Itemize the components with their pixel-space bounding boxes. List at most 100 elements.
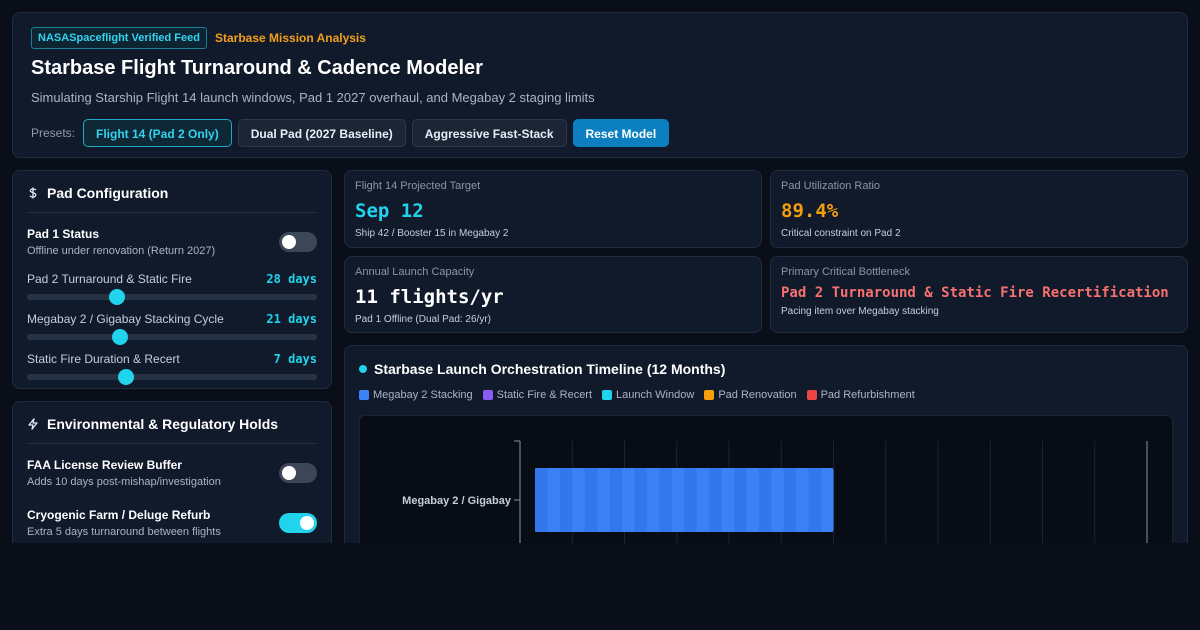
critical-bottleneck-card: Primary Critical Bottleneck Pad 2 Turnar…: [770, 256, 1188, 333]
critical-bottleneck-sub: Pacing item over Megabay stacking: [781, 306, 939, 317]
toggle-knob: [282, 235, 296, 249]
timeline-title-text: Starbase Launch Orchestration Timeline (…: [374, 361, 726, 377]
legend-item: Static Fire & Recert: [482, 389, 593, 401]
flight14-target-card: Flight 14 Projected Target Sep 12 Ship 4…: [344, 170, 762, 248]
stacking-cycle-slider-thumb[interactable]: [111, 329, 128, 345]
legend-item: Pad Renovation: [704, 389, 797, 401]
launch-capacity-value: 11 flights/yr: [355, 286, 504, 308]
static-fire-slider-row: Static Fire Duration & Recert 7 days: [27, 352, 317, 385]
presets-label: Presets:: [31, 126, 76, 140]
legend-item: Megabay 2 Stacking: [359, 389, 473, 401]
faa-buffer-toggle[interactable]: [279, 463, 317, 483]
legend-swatch: [704, 390, 715, 400]
page-title: Starbase Flight Turnaround & Cadence Mod…: [31, 57, 483, 79]
cryo-refurb-toggle[interactable]: [279, 513, 317, 533]
legend-label: Static Fire & Recert: [496, 389, 593, 401]
header-panel: NASASpaceflight Verified Feed Starbase M…: [12, 12, 1188, 158]
faa-buffer-desc: Adds 10 days post-mishap/investigation: [27, 476, 221, 488]
environmental-holds-panel: Environmental & Regulatory Holds FAA Lic…: [12, 401, 332, 543]
pad1-status-desc: Offline under renovation (Return 2027): [27, 245, 216, 257]
static-fire-value: 7 days: [273, 352, 317, 366]
pad2-turnaround-value: 28 days: [266, 272, 317, 286]
preset-dual-pad-button[interactable]: Dual Pad (2027 Baseline): [237, 119, 406, 147]
toggle-knob: [282, 466, 296, 480]
pad2-turnaround-slider[interactable]: [27, 289, 317, 305]
stacking-segment: [758, 468, 772, 532]
pad-utilization-title: Pad Utilization Ratio: [781, 180, 881, 192]
preset-fast-stack-button[interactable]: Aggressive Fast-Stack: [411, 119, 567, 147]
legend-swatch: [806, 390, 817, 400]
pad2-turnaround-slider-row: Pad 2 Turnaround & Static Fire 28 days: [27, 272, 317, 305]
timeline-chart-svg: Megabay 2 / Gigabay: [402, 440, 1148, 543]
timeline-title: Starbase Launch Orchestration Timeline (…: [359, 361, 1173, 377]
flight14-target-value: Sep 12: [355, 200, 424, 222]
pad2-turnaround-label: Pad 2 Turnaround & Static Fire: [27, 272, 192, 286]
legend-item: Pad Refurbishment: [806, 389, 915, 401]
pad-utilization-card: Pad Utilization Ratio 89.4% Critical con…: [770, 170, 1188, 248]
stacking-cycle-label: Megabay 2 / Gigabay Stacking Cycle: [27, 312, 224, 326]
stacking-segment: [659, 468, 672, 532]
legend-label: Pad Renovation: [718, 389, 797, 401]
stacking-segment: [684, 468, 697, 532]
faa-buffer-row: FAA License Review Buffer Adds 10 days p…: [27, 458, 317, 488]
static-fire-slider-thumb[interactable]: [117, 369, 134, 385]
status-dot: [359, 365, 367, 373]
row-label: Megabay 2 / Gigabay: [402, 495, 512, 507]
static-fire-label: Static Fire Duration & Recert: [27, 352, 180, 366]
preset-flight14-button[interactable]: Flight 14 (Pad 2 Only): [83, 119, 232, 147]
reset-model-button[interactable]: Reset Model: [572, 119, 670, 147]
stacking-cycle-slider-row: Megabay 2 / Gigabay Stacking Cycle 21 da…: [27, 312, 317, 345]
pad1-status-toggle[interactable]: [279, 232, 317, 252]
static-fire-slider[interactable]: [27, 369, 317, 385]
timeline-chart: Megabay 2 / Gigabay: [359, 415, 1173, 543]
pad2-turnaround-slider-thumb[interactable]: [108, 289, 125, 305]
timeline-legend: Megabay 2 Stacking Static Fire & Recert La…: [359, 389, 1173, 401]
stacking-segment: [535, 468, 548, 532]
environmental-holds-title: Environmental & Regulatory Holds: [27, 416, 317, 444]
environmental-holds-label: Environmental & Regulatory Holds: [47, 416, 279, 432]
stacking-segment: [634, 468, 647, 532]
pad-configuration-label: Pad Configuration: [47, 185, 169, 201]
pad-utilization-sub: Critical constraint on Pad 2: [781, 228, 901, 239]
toggle-knob: [300, 516, 314, 530]
tag-row: NASASpaceflight Verified Feed Starbase M…: [31, 27, 1169, 49]
flight14-target-title: Flight 14 Projected Target: [355, 180, 481, 192]
flight14-target-sub: Ship 42 / Booster 15 in Megabay 2: [355, 228, 509, 239]
pad-configuration-panel: Pad Configuration Pad 1 Status Offline u…: [12, 170, 332, 389]
stacking-segment: [584, 468, 598, 532]
stacking-segment: [734, 468, 747, 532]
lightning-icon: [28, 418, 38, 430]
presets-bar: Presets: Flight 14 (Pad 2 Only) Dual Pad…: [31, 119, 1169, 147]
legend-label: Launch Window: [616, 389, 695, 401]
critical-bottleneck-title: Primary Critical Bottleneck: [781, 266, 910, 278]
legend-swatch: [359, 390, 369, 400]
stacking-cycle-value: 21 days: [266, 312, 317, 326]
cryo-refurb-row: Cryogenic Farm / Deluge Refurb Extra 5 d…: [27, 508, 317, 538]
analysis-label: Starbase Mission Analysis: [214, 31, 366, 45]
legend-swatch: [482, 390, 493, 400]
launch-capacity-sub: Pad 1 Offline (Dual Pad: 26/yr): [355, 314, 491, 325]
pad-utilization-value: 89.4%: [781, 200, 839, 222]
stacking-segment: [559, 468, 573, 532]
page: NASASpaceflight Verified Feed Starbase M…: [0, 0, 1200, 543]
pad-configuration-title: Pad Configuration: [27, 185, 317, 213]
dollar-icon: [29, 187, 37, 199]
stacking-segment: [783, 468, 797, 532]
pad1-status-name: Pad 1 Status: [27, 227, 100, 241]
legend-label: Pad Refurbishment: [820, 389, 915, 401]
launch-capacity-title: Annual Launch Capacity: [355, 266, 475, 278]
stacking-segment: [808, 468, 822, 532]
pad1-status-row: Pad 1 Status Offline under renovation (R…: [27, 227, 317, 257]
faa-buffer-name: FAA License Review Buffer: [27, 458, 182, 472]
stacking-segment: [609, 468, 623, 532]
feed-badge: NASASpaceflight Verified Feed: [31, 27, 207, 49]
stacking-cycle-slider[interactable]: [27, 329, 317, 345]
launch-capacity-card: Annual Launch Capacity 11 flights/yr Pad…: [344, 256, 762, 333]
legend-swatch: [602, 390, 613, 400]
stacking-segment: [709, 468, 722, 532]
cryo-refurb-name: Cryogenic Farm / Deluge Refurb: [27, 508, 211, 522]
page-subtitle: Simulating Starship Flight 14 launch win…: [31, 90, 595, 105]
legend-label: Megabay 2 Stacking: [373, 389, 473, 401]
legend-item: Launch Window: [602, 389, 694, 401]
cryo-refurb-desc: Extra 5 days turnaround between flights: [27, 526, 221, 538]
